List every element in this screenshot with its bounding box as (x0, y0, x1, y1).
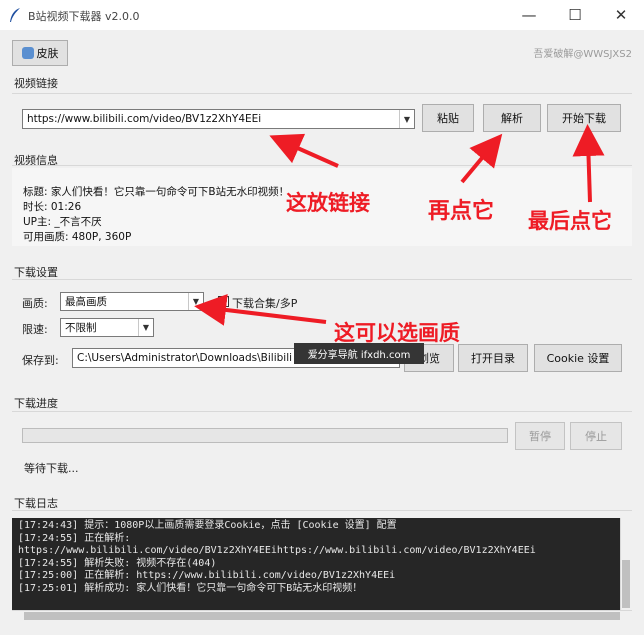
chevron-down-icon[interactable]: ▼ (138, 319, 153, 336)
divider (12, 411, 632, 412)
log-line: [17:24:55] 解析失败: 视频不存在(404) (18, 557, 217, 569)
divider (12, 279, 632, 280)
batch-checkbox[interactable] (218, 296, 229, 307)
save-path-label: 保存到: (22, 354, 59, 367)
window-title: B站视频下载器 v2.0.0 (28, 10, 140, 23)
quality-select[interactable]: 最高画质 ▼ (60, 292, 204, 311)
divider (12, 165, 632, 166)
url-input[interactable]: https://www.bilibili.com/video/BV1z2XhY4… (23, 113, 399, 125)
log-line: [17:24:55] 正在解析: (18, 532, 131, 544)
divider (12, 510, 632, 511)
credit-text: 吾爱破解@WWSJXS2 (533, 49, 632, 60)
log-vertical-scroll-thumb[interactable] (622, 560, 630, 608)
link-section-label: 视频链接 (14, 77, 58, 90)
log-line: [17:24:43] 提示：1080P以上画质需要登录Cookie，点击 [Co… (18, 520, 397, 531)
paste-button[interactable]: 粘贴 (422, 104, 474, 132)
close-button[interactable]: ✕ (598, 0, 644, 30)
batch-checkbox-label[interactable]: 下载合集/多P (232, 295, 297, 311)
url-combobox[interactable]: https://www.bilibili.com/video/BV1z2XhY4… (22, 109, 415, 129)
speed-label: 限速: (22, 323, 48, 336)
minimize-button[interactable]: — (506, 0, 552, 30)
download-status: 等待下载... (24, 462, 79, 475)
log-line: [17:25:01] 解析成功: 家人们快看！它只靠一句命令可下B站无水印视频！ (18, 582, 363, 594)
chevron-down-icon[interactable]: ▼ (188, 293, 203, 310)
pause-button[interactable]: 暂停 (515, 422, 565, 450)
arrow-to-url-input (269, 133, 339, 168)
quality-label: 画质: (22, 297, 48, 310)
info-uploader: UP主: _不言不厌 (23, 216, 102, 228)
log-line: https://www.bilibili.com/video/BV1z2XhY4… (18, 545, 536, 557)
log-horizontal-scroll-thumb[interactable] (24, 612, 620, 620)
info-quality: 可用画质: 480P, 360P (23, 231, 132, 243)
info-duration: 时长: 01:26 (23, 201, 82, 213)
parse-button[interactable]: 解析 (483, 104, 541, 132)
theme-button-label: 皮肤 (36, 47, 59, 60)
annotation-click-again: 再点它 (428, 199, 495, 224)
feather-icon (10, 8, 20, 22)
speed-select-value: 不限制 (65, 322, 97, 334)
progress-section-label: 下载进度 (14, 397, 58, 410)
log-section-label: 下载日志 (14, 497, 58, 510)
log-line: [17:25:00] 正在解析: https://www.bilibili.co… (18, 570, 396, 582)
annotation-put-link: 这放链接 (286, 191, 370, 215)
stop-button[interactable]: 停止 (570, 422, 622, 450)
annotation-click-last: 最后点它 (528, 209, 612, 233)
maximize-button[interactable]: ☐ (552, 0, 598, 30)
info-title: 标题: 家人们快看！它只靠一句命令可下B站无水印视频！ (23, 186, 290, 198)
quality-select-value: 最高画质 (65, 296, 107, 308)
theme-button[interactable]: 皮肤 (12, 40, 68, 66)
palette-icon (21, 47, 34, 59)
annotation-choose-quality: 这可以选画质 (334, 321, 460, 345)
chevron-down-icon[interactable]: ▼ (399, 110, 414, 128)
speed-select[interactable]: 不限制 ▼ (60, 318, 154, 337)
download-progress-bar (22, 428, 508, 443)
start-download-button[interactable]: 开始下载 (547, 104, 621, 132)
settings-section-label: 下载设置 (14, 266, 58, 279)
divider (12, 93, 632, 94)
log-output[interactable]: [17:24:43] 提示：1080P以上画质需要登录Cookie，点击 [Co… (12, 518, 620, 610)
open-dir-button[interactable]: 打开目录 (458, 344, 528, 372)
cookie-settings-button[interactable]: Cookie 设置 (534, 344, 622, 372)
